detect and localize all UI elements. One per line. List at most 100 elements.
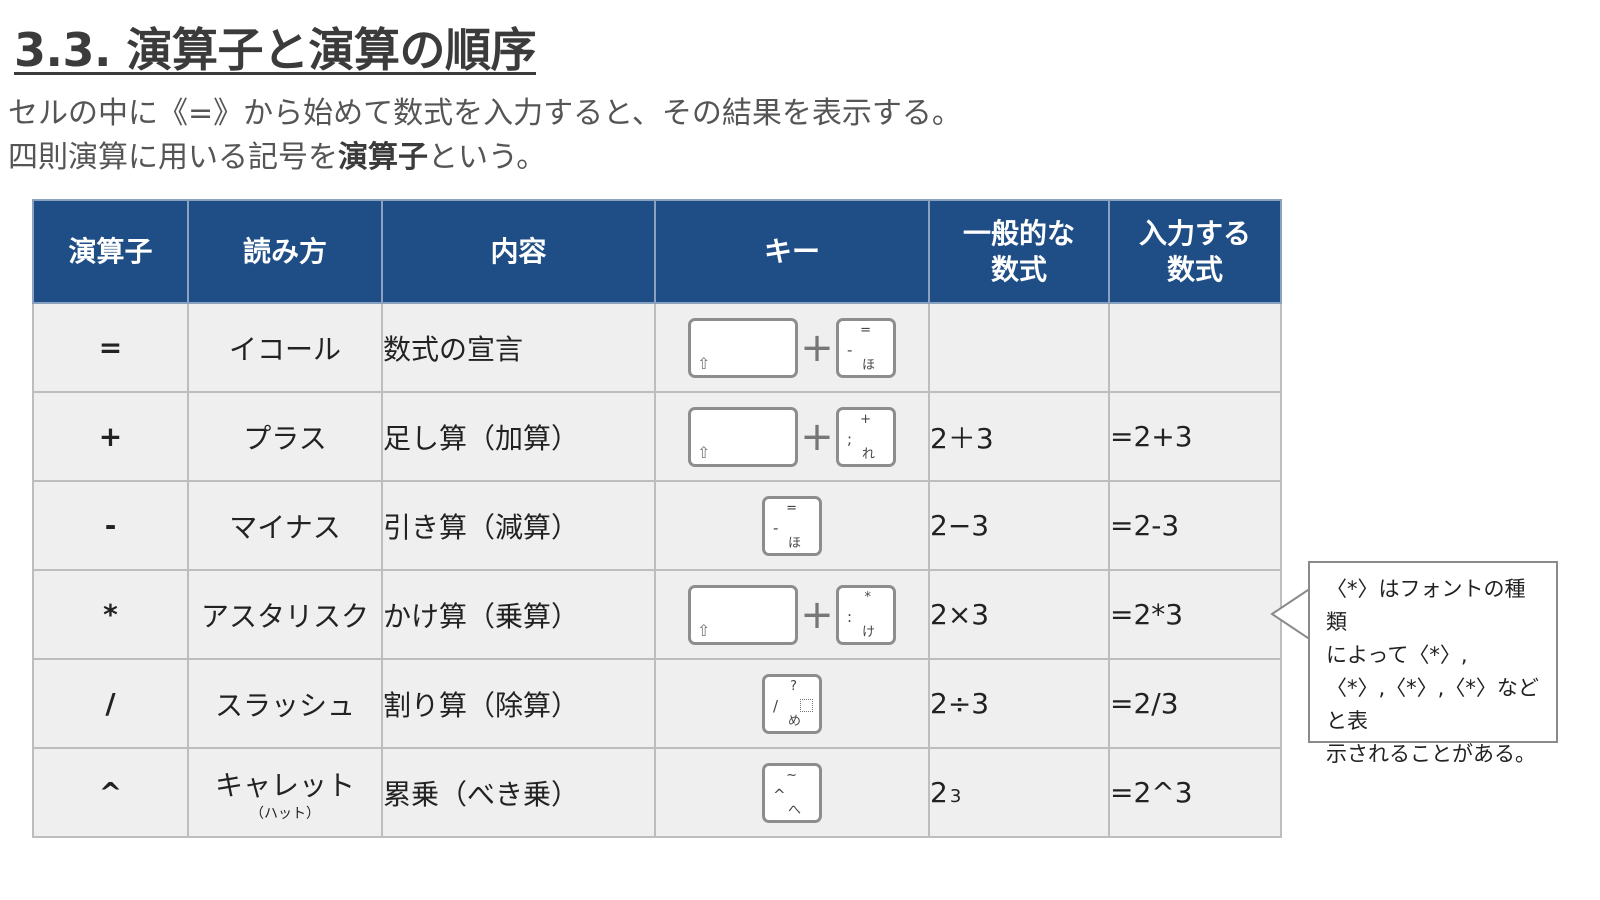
reading-text: イコール [228, 332, 341, 366]
key-cell: ~ ^ へ [654, 747, 930, 838]
key-top-char: ~ [786, 767, 797, 783]
callout-tail [1270, 588, 1312, 642]
reading-text: アスタリスク [200, 599, 369, 633]
formula-exponent: 3 [949, 786, 962, 807]
table-row: ^ キャレット （ハット） 累乗（べき乗） ~ ^ へ 2 3 =2^3 [32, 747, 1282, 838]
key-cell: ⇧ + +; れ [654, 391, 930, 482]
shift-key: ⇧ [688, 584, 798, 645]
reading-text: マイナス [229, 510, 341, 544]
key-combo: ⇧ + *: け [688, 584, 896, 645]
keyboard-key: = - ほ [762, 495, 822, 556]
operator-table: 演算子 読み方 内容 キー 一般的な 数式 入力する 数式 = イコール 数式の宣言… [32, 199, 1282, 838]
key-box-icon [800, 698, 813, 712]
key-top-char: + [860, 411, 871, 427]
formula-text: 2−3 [930, 509, 990, 542]
keyboard-key: ~ ^ へ [762, 762, 822, 823]
reading-text: キャレット [214, 768, 355, 802]
general-formula: 2＋3 [928, 391, 1110, 482]
key-kana-char: め [787, 713, 801, 729]
intro-line-1: セルの中に《=》から始めて数式を入力すると、その結果を表示する。 [8, 96, 962, 131]
header-input-formula: 入力する 数式 [1108, 199, 1282, 304]
shift-key-icon: ⇧ [697, 442, 711, 462]
formula-text: 2÷3 [930, 687, 990, 720]
plus-icon: + [800, 324, 834, 371]
key-top-char: ? [790, 678, 797, 694]
table-row: = イコール 数式の宣言 ⇧ + = - ほ [32, 302, 1282, 393]
key-top-char: * [864, 589, 872, 605]
key-kana-char: ほ [787, 535, 801, 551]
plus-icon: + [800, 413, 834, 460]
operator-reading: キャレット （ハット） [187, 747, 383, 838]
key-kana-char: ほ [861, 357, 875, 373]
formula-text: 2＋3 [930, 421, 994, 455]
header-operator: 演算子 [32, 199, 189, 304]
header-general-formula: 一般的な 数式 [928, 199, 1110, 304]
reading-text: プラス [243, 421, 327, 455]
operator-symbol: - [32, 480, 189, 571]
key-kana-char: け [861, 624, 875, 640]
shift-key-icon: ⇧ [697, 620, 711, 640]
key-combo: ~ ^ へ [762, 762, 822, 823]
key-combo: ⇧ + = - ほ [688, 317, 896, 378]
key-combo: ? / め [762, 673, 822, 734]
key-left-char: / [773, 696, 779, 715]
operator-symbol: ^ [32, 747, 189, 838]
keyboard-key: = - ほ [836, 317, 896, 378]
plus-icon: + [800, 591, 834, 638]
header-reading: 読み方 [187, 199, 383, 304]
operator-content: 累乗（べき乗） [381, 747, 656, 838]
operator-content: 数式の宣言 [381, 302, 656, 393]
input-formula: =2+3 [1108, 391, 1282, 482]
key-left-char: - [773, 518, 779, 537]
operator-content: かけ算（乗算） [381, 569, 656, 660]
key-kana-char: れ [861, 446, 875, 462]
input-formula: =2/3 [1108, 658, 1282, 749]
key-top-char: = [860, 322, 871, 338]
operator-symbol: / [32, 658, 189, 749]
operator-symbol: = [32, 302, 189, 393]
input-formula [1108, 302, 1282, 393]
intro-line-2-prefix: 四則演算に用いる記号を [8, 140, 338, 175]
shift-key: ⇧ [688, 317, 798, 378]
key-combo: ⇧ + +; れ [688, 406, 896, 467]
keyboard-key: +; れ [836, 406, 896, 467]
reading-subtext: （ハット） [250, 805, 320, 822]
header-key: キー [654, 199, 930, 304]
shift-key-icon: ⇧ [697, 353, 711, 373]
key-top-char: = [786, 500, 797, 516]
keyboard-key: *: け [836, 584, 896, 645]
operator-content: 引き算（減算） [381, 480, 656, 571]
key-left-char: - [847, 340, 853, 359]
input-formula: =2*3 [1108, 569, 1282, 660]
table-header-row: 演算子 読み方 内容 キー 一般的な 数式 入力する 数式 [32, 199, 1282, 304]
key-cell: ⇧ + = - ほ [654, 302, 930, 393]
key-combo: = - ほ [762, 495, 822, 556]
operator-symbol: + [32, 391, 189, 482]
table-row: - マイナス 引き算（減算） = - ほ 2−3 =2-3 [32, 480, 1282, 571]
formula-text: 2×3 [930, 598, 990, 631]
general-formula: 2−3 [928, 480, 1110, 571]
page-title: 3.3. 演算子と演算の順序 [14, 23, 536, 77]
font-note-callout: 〈*〉はフォントの種類 によって〈*〉, 〈*〉,〈*〉,〈*〉などと表 示され… [1308, 561, 1558, 766]
key-cell: ⇧ + *: け [654, 569, 930, 660]
operator-symbol: * [32, 569, 189, 660]
intro-line-2: 四則演算に用いる記号を演算子という。 [8, 136, 962, 180]
formula-text: 2 [930, 776, 948, 809]
operator-reading: マイナス [187, 480, 383, 571]
general-formula: 2÷3 [928, 658, 1110, 749]
intro-line-2-suffix: という。 [428, 140, 547, 175]
table-row: / スラッシュ 割り算（除算）? / め 2÷3 =2/3 [32, 658, 1282, 749]
reading-text: スラッシュ [214, 688, 355, 722]
general-formula: 23 [928, 747, 1110, 838]
table-row: * アスタリスク かけ算（乗算） ⇧ + *: け 2×3 =2*3 [32, 569, 1282, 660]
operator-reading: イコール [187, 302, 383, 393]
general-formula [928, 302, 1110, 393]
key-left-char: ; [847, 429, 853, 448]
key-cell: ? / め [654, 658, 930, 749]
intro-text: セルの中に《=》から始めて数式を入力すると、その結果を表示する。 四則演算に用い… [8, 92, 962, 180]
intro-line-2-bold: 演算子 [338, 140, 428, 175]
operator-reading: スラッシュ [187, 658, 383, 749]
input-formula: =2-3 [1108, 480, 1282, 571]
operator-content: 足し算（加算） [381, 391, 656, 482]
key-cell: = - ほ [654, 480, 930, 571]
